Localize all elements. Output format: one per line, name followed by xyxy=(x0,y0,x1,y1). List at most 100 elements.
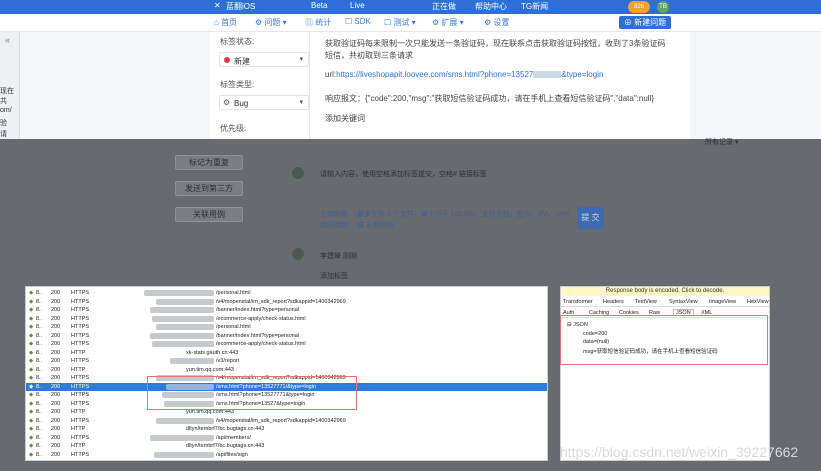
tab-imageview[interactable]: ImageView xyxy=(709,299,736,305)
issue-side-panel: 标签状态: 新建 ▾ 标签类型: ⚙ Bug ▾ 优先级: xyxy=(210,32,310,139)
tab-headers[interactable]: Headers xyxy=(603,299,624,305)
submit-button[interactable]: 提 交 xyxy=(577,207,604,229)
host-blur xyxy=(144,290,214,296)
row-status: 200 xyxy=(51,332,61,339)
row-url: /v4/mopenstat/im_sdk_report?sdkappid=140… xyxy=(216,298,346,305)
send-third-party-button[interactable]: 发送到第三方 xyxy=(175,181,243,196)
tab-hexview[interactable]: HexView xyxy=(747,299,769,305)
session-type-icon: ◆ xyxy=(29,383,34,390)
tab-syntaxview[interactable]: SyntaxView xyxy=(669,299,698,305)
tab-transformer[interactable]: Transformer xyxy=(563,299,593,305)
session-type-icon: ◆ xyxy=(29,341,34,347)
nav-issues-label: 问题 xyxy=(264,18,281,27)
type-select[interactable]: ⚙ Bug ▾ xyxy=(219,95,309,110)
left-fragment: 共 xyxy=(0,98,7,105)
nav-home[interactable]: ⌂ 首页 xyxy=(214,17,237,28)
table-row[interactable]: ◆ 8.. 200 HTTPS/v4/mopenstat/im_sdk_report?… xyxy=(26,417,547,426)
upload-attachment-link[interactable]: 上传附件 （最多上传 3 个文件，每个小于 100 MB，支持文档、图片、IPA… xyxy=(320,209,570,231)
url-link[interactable]: https://liveshopapit.loovee.com/sms.html… xyxy=(336,70,533,79)
row-url: xk-stats.gauth.cn:443 xyxy=(186,349,239,356)
table-row[interactable]: ◆ 8.. 200 HTTPS/ecommerce-apply/check-statu… xyxy=(26,315,547,324)
table-row[interactable]: ◆ 8.. 200 HTTP dltyn/tembrf7/bc.bugtags.cn:4… xyxy=(26,425,547,434)
status-select[interactable]: 新建 ▾ xyxy=(219,52,309,67)
issue-description: 获取验证码每未限制一次只能发送一条验证码，现在联系点击获取验证码按钮，收到了3条… xyxy=(310,32,690,139)
row-id: 8.. xyxy=(36,366,43,373)
add-label-link[interactable]: 添加标签 xyxy=(320,271,348,281)
right-column xyxy=(690,32,821,139)
fiddler-inspector: Response body is encoded. Click to decod… xyxy=(560,286,770,461)
row-protocol: HTTPS xyxy=(71,315,90,322)
row-url: /personal.html xyxy=(216,290,251,296)
table-row[interactable]: ◆ 8.. 200 HTTP xk-stats.gauth.cn:443 xyxy=(26,349,547,358)
row-id: 8.. xyxy=(36,324,43,330)
row-protocol: HTTPS xyxy=(71,341,90,347)
table-row[interactable]: ◆ 8.. 200 HTTPS/v3/report xyxy=(26,357,547,366)
url-suffix[interactable]: &type=login xyxy=(561,70,603,79)
link-case-button[interactable]: 关联用例 xyxy=(175,207,243,222)
chevron-down-icon: ▾ xyxy=(299,99,303,106)
table-row[interactable]: ◆ 8.. 200 HTTP yun.tim.qq.com:443 xyxy=(26,366,547,375)
table-row[interactable]: ◆ 8.. 200 HTTPS/api/files/sign xyxy=(26,451,547,460)
row-url: /ecommerce-apply/check-status.html xyxy=(216,341,306,347)
beta-label[interactable]: Beta xyxy=(311,1,327,10)
row-protocol: HTTPS xyxy=(71,290,90,296)
session-type-icon: ◆ xyxy=(29,400,34,407)
nav-test[interactable]: ☐ 测试 ▾ xyxy=(384,17,416,28)
nav-extend[interactable]: ⚙ 扩展 ▾ xyxy=(432,17,464,28)
nav-sdk[interactable]: ☐ SDK xyxy=(345,17,371,26)
session-type-icon: ◆ xyxy=(29,451,34,458)
row-status: 200 xyxy=(51,298,61,305)
table-row[interactable]: ◆ 8.. 200 HTTPS/personal.html xyxy=(26,323,547,332)
row-status: 200 xyxy=(51,383,61,390)
nav-issues[interactable]: ⚙ 问题 ▾ xyxy=(255,17,287,28)
tab-textview[interactable]: TextView xyxy=(635,299,657,305)
row-id: 8.. xyxy=(36,434,43,441)
row-protocol: HTTPS xyxy=(71,400,90,407)
live-label[interactable]: Live xyxy=(350,1,365,10)
row-protocol: HTTPS xyxy=(71,383,90,390)
table-row[interactable]: ◆ 8.. 200 HTTPS/personal.html xyxy=(26,289,547,298)
session-type-icon: ◆ xyxy=(29,417,34,424)
row-protocol: HTTPS xyxy=(71,451,90,458)
row-protocol: HTTPS xyxy=(71,307,90,313)
comment-input[interactable]: 请输入内容，使用空格添加标签提交，空格# 链接标签 xyxy=(320,169,487,179)
session-type-icon: ◆ xyxy=(29,375,34,381)
table-row[interactable]: ◆ 8.. 200 HTTP dltyn/tembrf7/bc.bugtags.cn:4… xyxy=(26,442,547,451)
table-row[interactable]: ◆ 8.. 200 HTTPS/v4/mopenstat/im_sdk_report?… xyxy=(26,298,547,307)
avatar[interactable]: TB xyxy=(657,1,669,13)
row-id: 8.. xyxy=(36,375,43,381)
table-row[interactable]: ◆ 8.. 200 HTTPS/ecommerce-apply/check-statu… xyxy=(26,340,547,349)
help-center-link[interactable]: 帮助中心 xyxy=(475,1,507,12)
record-filter-select[interactable]: 所有记录 ▾ xyxy=(705,137,738,147)
highlight-box xyxy=(147,376,357,410)
row-id: 8.. xyxy=(36,290,43,296)
app-name[interactable]: 蓝翻iOS xyxy=(226,1,255,12)
mark-duplicate-button[interactable]: 标记为重复 xyxy=(175,155,243,170)
table-row[interactable]: ◆ 8.. 200 HTTPS/api/members/ xyxy=(26,434,547,443)
nav-settings[interactable]: ⚙ 设置 xyxy=(484,17,509,28)
table-row[interactable]: ◆ 8.. 200 HTTPS/banner/index.html?type=pers… xyxy=(26,332,547,341)
add-keyword-link[interactable]: 添加关键词 xyxy=(325,113,365,124)
new-issue-button[interactable]: ⊕ 新建问题 xyxy=(619,16,671,29)
host-blur xyxy=(156,298,214,305)
table-row[interactable]: ◆ 8.. 200 HTTPS/banner/index.html?type=pers… xyxy=(26,306,547,315)
notification-badge[interactable]: 826 xyxy=(628,1,650,13)
app-switch-icon[interactable]: ✕ xyxy=(214,1,221,10)
nav-stats[interactable]: ▥ 统计 xyxy=(305,17,331,28)
url-blur xyxy=(533,71,562,79)
host-blur xyxy=(150,434,214,441)
decode-notice[interactable]: Response body is encoded. Click to decod… xyxy=(561,287,769,296)
row-protocol: HTTPS xyxy=(71,332,90,339)
row-id: 8.. xyxy=(36,443,43,449)
row-protocol: HTTPS xyxy=(71,298,90,305)
session-type-icon: ◆ xyxy=(29,332,34,339)
watermark: https://blog.csdn.net/weixin_39227662 xyxy=(560,444,799,460)
chevron-left-icon[interactable]: « xyxy=(5,35,10,45)
in-progress-link[interactable]: 正在做 xyxy=(432,1,456,12)
row-url: /api/members/ xyxy=(216,434,251,441)
news-link[interactable]: TG新闻 xyxy=(521,1,548,12)
session-type-icon: ◆ xyxy=(29,349,34,356)
session-type-icon: ◆ xyxy=(29,358,34,364)
comment-time: 刚刚 xyxy=(342,253,357,260)
session-type-icon: ◆ xyxy=(29,409,34,415)
